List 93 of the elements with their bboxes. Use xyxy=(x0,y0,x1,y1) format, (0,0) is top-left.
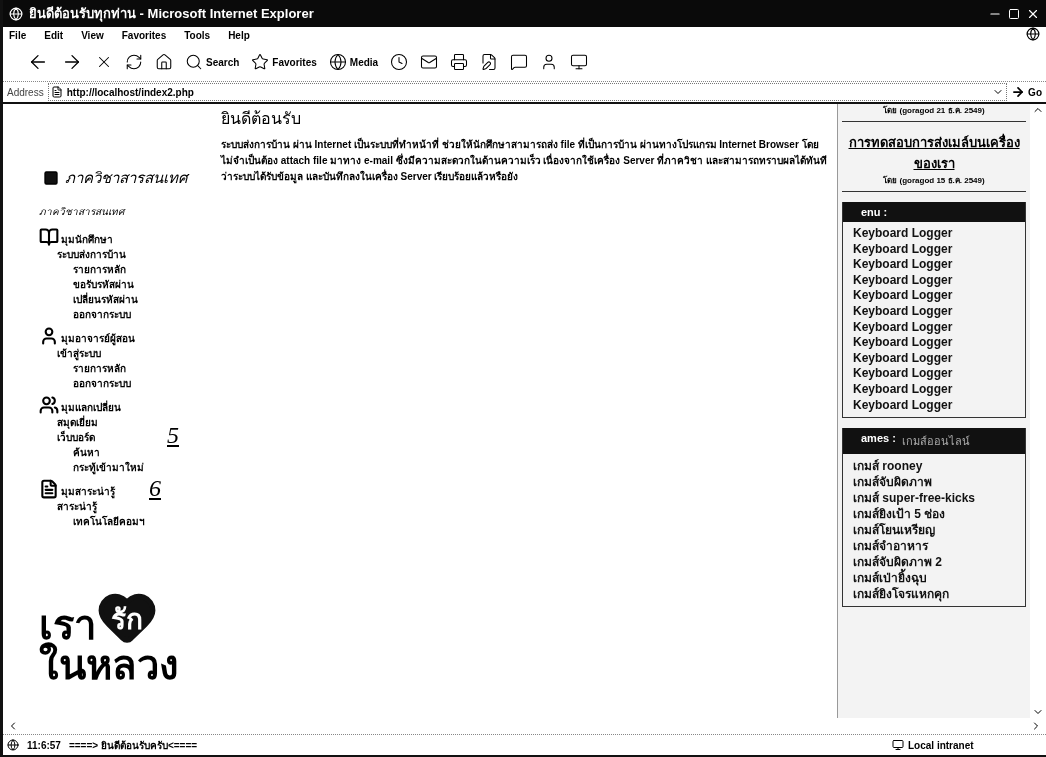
panel-header: ames : เกมส์ออนไลน์ xyxy=(843,428,1025,455)
home-button[interactable] xyxy=(155,53,173,71)
game-link[interactable]: เกมส์ rooney xyxy=(853,458,1015,475)
clock-button[interactable] xyxy=(390,53,409,71)
nav-link[interactable]: สมุดเยี่ยม xyxy=(57,415,98,430)
news-byline: โดย (goragod 15 ธ.ค. 2549) xyxy=(883,174,985,187)
menu-link[interactable]: Keyboard Logger xyxy=(853,350,1015,367)
search-icon xyxy=(185,53,203,71)
game-link[interactable]: เกมส์จับผิดภาพ xyxy=(853,474,1015,491)
menu-item[interactable]: File xyxy=(9,29,27,41)
menu-link[interactable]: Keyboard Logger xyxy=(853,226,1015,242)
book-icon xyxy=(39,227,59,247)
nav-link[interactable]: สาระน่ารู้ xyxy=(57,499,97,514)
menu-item[interactable]: Edit xyxy=(44,29,64,41)
status-time: 11:6:57 xyxy=(27,739,61,751)
news-link[interactable]: การทดสอบการส่งเมล์บนเครื่องของเรา xyxy=(846,132,1022,174)
nav-link[interactable]: เข้าสู่ระบบ xyxy=(57,346,101,361)
nav-link[interactable]: ขอรับรหัสผ่าน xyxy=(73,277,134,292)
nav-link[interactable]: เทคโนโลยีคอมฯ xyxy=(73,514,145,529)
menu-link[interactable]: Keyboard Logger xyxy=(853,366,1015,382)
people-icon xyxy=(39,395,59,415)
toolbar-button[interactable]: Media xyxy=(328,53,379,71)
maximize-icon[interactable] xyxy=(1008,7,1020,20)
square-icon xyxy=(43,170,59,186)
globe-icon xyxy=(328,53,347,71)
menu-link[interactable]: Keyboard Logger xyxy=(853,257,1015,273)
edit-button[interactable] xyxy=(480,53,499,71)
welcome-heading: ยินดีต้อนรับ xyxy=(221,109,302,129)
go-button[interactable]: Go xyxy=(1011,85,1042,99)
game-link[interactable]: เกมส์ยิงโจรแหกคุก xyxy=(853,586,1015,603)
panel-header: enu : xyxy=(843,202,1025,222)
printer-button[interactable] xyxy=(450,53,469,71)
menu-link[interactable]: Keyboard Logger xyxy=(853,272,1015,289)
person-icon xyxy=(39,326,59,346)
menu-link[interactable]: Keyboard Logger xyxy=(853,319,1015,336)
star-icon xyxy=(251,53,270,71)
menu-link[interactable]: Keyboard Logger xyxy=(853,397,1015,414)
nav-link[interactable]: ค้นหา xyxy=(73,445,100,460)
menu-link[interactable]: Keyboard Logger xyxy=(853,381,1015,398)
monitor-icon xyxy=(570,53,589,71)
section-link[interactable]: มุมแลกเปลี่ยน xyxy=(61,400,121,415)
nav-link[interactable]: รายการหลัก xyxy=(73,361,126,376)
nav-link[interactable]: ภาควิชาสารสนเทศ xyxy=(39,204,215,219)
section-link[interactable]: มุมอาจารย์ผู้สอน xyxy=(61,331,135,346)
game-link[interactable]: เกมส์เป่ายิ้งฉุบ xyxy=(853,570,1015,587)
clock-icon xyxy=(390,53,409,71)
nav-link[interactable]: รายการหลัก xyxy=(73,262,126,277)
refresh-button[interactable] xyxy=(125,53,143,71)
printer-icon xyxy=(450,53,469,71)
computer-icon xyxy=(892,739,904,751)
welcome-text: ระบบส่งการบ้าน ผ่าน Internet เป็นระบบที่ทำหน้าที่ ช่วยให้นักศึกษาสามารถส่ง file ที่เป็นการบ้าน ผ่านทางโปรแกรม Internet Browser โดยไม่จำเป็นต้อง attach file มาทาง e-mail ซึ่งมีความสะดวกในด้านความเร็ว เนื่องจากใช้เครื่อง Server ที่ภาควิชา และสามารถทราบผลได้ทันที ว่าระบบได้รับข้อมูล และบันทึกลงในเครื่อง Server เรียบร้อยแล้วหรือยัง xyxy=(221,137,828,185)
news-byline: โดย (goragod 21 ธ.ค. 2549) xyxy=(883,104,985,117)
edit-icon xyxy=(480,53,499,71)
mail-icon xyxy=(420,53,439,71)
nav-link[interactable]: ระบบส่งการบ้าน xyxy=(57,247,126,262)
site-heading: ภาควิชาสารสนเทศ xyxy=(65,168,188,188)
handwritten-number: 5 xyxy=(167,422,179,449)
toolbar-button[interactable]: Favorites xyxy=(251,53,317,71)
menu-link[interactable]: Keyboard Logger xyxy=(853,303,1015,320)
logo: เรา รัก ในหลวง xyxy=(39,589,215,685)
game-link[interactable]: เกมส์ยิงเป้า 5 ช่อง xyxy=(853,506,1015,523)
nav-link[interactable]: ออกจากระบบ xyxy=(73,376,131,391)
game-link[interactable]: เกมส์ super-free-kicks xyxy=(853,490,1015,507)
nav-link[interactable]: ออกจากระบบ xyxy=(73,307,131,322)
nav-link[interactable]: เปลี่ยนรหัสผ่าน xyxy=(73,292,138,307)
zone-label: Local intranet xyxy=(908,739,974,751)
menu-item[interactable]: Help xyxy=(228,29,250,41)
speech-bubble-icon xyxy=(510,53,529,71)
nav-link[interactable]: เว็บบอร์ด xyxy=(57,430,95,445)
menu-item[interactable]: Favorites xyxy=(121,29,167,41)
section-link[interactable]: มุมสาระน่ารู้ xyxy=(61,484,115,499)
game-link[interactable]: เกมส์โยนเหรียญ xyxy=(853,522,1015,539)
game-link[interactable]: เกมส์จำอาหาร xyxy=(853,538,1015,555)
menu-item[interactable]: View xyxy=(81,29,104,41)
status-message: ====> ยินดีต้อนรับครับ<==== xyxy=(68,738,198,753)
monitor-button[interactable] xyxy=(570,53,589,71)
nav-link[interactable]: กระทู้เข้ามาใหม่ xyxy=(73,460,144,475)
menu-item[interactable]: Tools xyxy=(184,29,211,41)
browser-icon xyxy=(9,6,23,21)
menu-link[interactable]: Keyboard Logger xyxy=(853,288,1015,304)
toolbar-button[interactable]: Search xyxy=(185,53,240,71)
mail-button[interactable] xyxy=(420,53,439,71)
menu-link[interactable]: Keyboard Logger xyxy=(853,241,1015,258)
speech-bubble-button[interactable] xyxy=(510,53,529,71)
address-field[interactable]: http://localhost/index2.php xyxy=(47,83,1008,101)
window-title: ยินดีต้อนรับทุกท่าน - Microsoft Internet Explorer xyxy=(29,5,315,24)
home-icon xyxy=(155,53,173,71)
refresh-icon xyxy=(125,53,143,71)
address-label: Address xyxy=(7,86,44,98)
handwritten-number: 6 xyxy=(149,475,161,502)
arrow-icon xyxy=(1011,85,1026,99)
section-link[interactable]: มุมนักศึกษา xyxy=(61,232,113,247)
menu-link[interactable]: Keyboard Logger xyxy=(853,335,1015,351)
